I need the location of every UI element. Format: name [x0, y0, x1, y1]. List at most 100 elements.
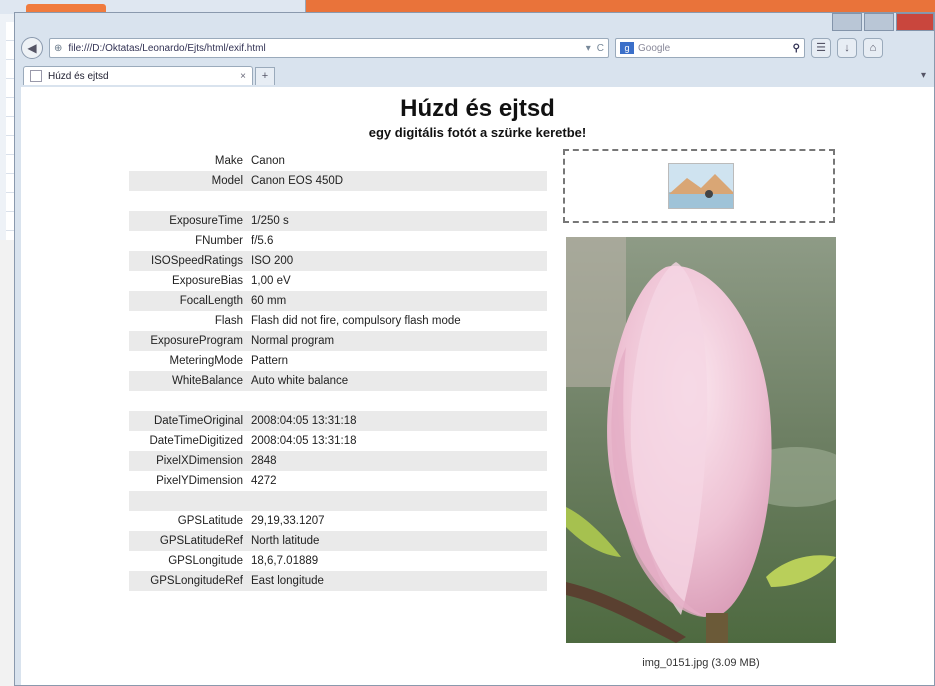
exif-value: 2008:04:05 13:31:18 [251, 435, 357, 447]
dropped-image-thumbnail [668, 163, 734, 209]
exif-row: DateTimeDigitized 2008:04:05 13:31:18 [129, 431, 547, 451]
exif-key: ExposureTime [169, 215, 243, 227]
globe-icon: ⊕ [54, 42, 63, 54]
exif-key: PixelXDimension [156, 455, 243, 467]
new-tab-button[interactable]: + [255, 67, 275, 85]
exif-row: GPSLatitude 29,19,33.1207 [129, 511, 547, 531]
exif-key: PixelYDimension [156, 475, 243, 487]
search-engine-icon[interactable]: g [620, 42, 634, 54]
close-button[interactable] [896, 13, 934, 31]
title-bar [15, 13, 934, 33]
exif-value: Flash did not fire, compulsory flash mod… [251, 315, 461, 327]
photo-preview [566, 237, 836, 643]
exif-key: ExposureBias [172, 275, 243, 287]
exif-row: ExposureTime 1/250 s [129, 211, 547, 231]
exif-row: Model Canon EOS 450D [129, 171, 547, 191]
exif-key: Make [214, 155, 243, 167]
refresh-icon[interactable]: C [597, 43, 604, 54]
exif-key: DateTimeOriginal [153, 415, 243, 427]
exif-value: 18,6,7.01889 [251, 555, 319, 567]
exif-row [129, 491, 547, 511]
search-input[interactable]: Google [638, 43, 793, 54]
exif-row: FocalLength 60 mm [129, 291, 547, 311]
exif-value: North latitude [251, 535, 320, 547]
exif-value: 29,19,33.1207 [251, 515, 325, 527]
exif-row: ExposureProgram Normal program [129, 331, 547, 351]
photo-caption: img_0151.jpg (3.09 MB) [642, 657, 760, 669]
url-text[interactable]: file:///D:/Oktatas/Leonardo/Ejts/html/ex… [68, 43, 579, 54]
exif-row: ISOSpeedRatings ISO 200 [129, 251, 547, 271]
exif-value: 60 mm [251, 295, 287, 307]
exif-row: Flash Flash did not fire, compulsory flas… [129, 311, 547, 331]
exif-key [129, 491, 251, 511]
exif-row: FNumber f/5.6 [129, 231, 547, 251]
exif-value: Auto white balance [251, 375, 349, 387]
search-bar[interactable]: g Google ⚲ [615, 38, 805, 58]
exif-value: f/5.6 [251, 235, 274, 247]
exif-row [129, 391, 547, 411]
exif-key: GPSLatitudeRef [159, 535, 243, 547]
exif-value: Normal program [251, 335, 335, 347]
exif-key: FNumber [195, 235, 243, 247]
exif-row: MeteringMode Pattern [129, 351, 547, 371]
page-title: Húzd és ejtsd [400, 95, 555, 122]
exif-key: ExposureProgram [150, 335, 243, 347]
minimize-button[interactable] [832, 13, 862, 31]
exif-key: Model [211, 175, 243, 187]
tab-bar: Húzd és ejtsd × + ▾ [15, 63, 934, 85]
exif-key: GPSLatitude [177, 515, 243, 527]
background-window-edge [0, 240, 14, 686]
exif-row: PixelYDimension 4272 [129, 471, 547, 491]
window-controls [830, 13, 934, 31]
exif-value [251, 391, 547, 411]
exif-value: Canon EOS 450D [251, 175, 344, 187]
exif-row: GPSLatitudeRef North latitude [129, 531, 547, 551]
exif-row: GPSLongitude 18,6,7.01889 [129, 551, 547, 571]
drop-zone[interactable] [563, 149, 835, 223]
tab-close-icon[interactable]: × [240, 71, 246, 82]
exif-value: 2848 [251, 455, 277, 467]
tab-list-icon[interactable]: ▾ [921, 70, 926, 81]
exif-key: WhiteBalance [172, 375, 243, 387]
exif-value: Canon [251, 155, 285, 167]
exif-value [251, 191, 547, 211]
exif-key: ISOSpeedRatings [150, 255, 243, 267]
page-content: Húzd és ejtsd egy digitális fotót a szür… [21, 87, 934, 685]
exif-value: ISO 200 [251, 255, 294, 267]
exif-row: PixelXDimension 2848 [129, 451, 547, 471]
back-icon[interactable]: ◀ [21, 37, 43, 59]
exif-value: 1/250 s [251, 215, 289, 227]
home-icon[interactable]: ⌂ [863, 38, 883, 58]
maximize-button[interactable] [864, 13, 894, 31]
exif-key: FocalLength [179, 295, 243, 307]
exif-key: GPSLongitude [168, 555, 243, 567]
exif-table: Make Canon Model Canon EOS 450D ExposureTime… [129, 151, 547, 591]
exif-key: Flash [214, 315, 243, 327]
exif-key: DateTimeDigitized [149, 435, 243, 447]
navigation-bar: ◀ ⊕ file:///D:/Oktatas/Leonardo/Ejts/htm… [15, 33, 934, 63]
dropdown-icon[interactable]: ▾ [586, 43, 591, 54]
exif-key: GPSLongitudeRef [150, 575, 243, 587]
exif-value: 1,00 eV [251, 275, 291, 287]
exif-value: 4272 [251, 475, 277, 487]
exif-row: DateTimeOriginal 2008:04:05 13:31:18 [129, 411, 547, 431]
browser-window: ◀ ⊕ file:///D:/Oktatas/Leonardo/Ejts/htm… [14, 12, 935, 686]
page-subtitle: egy digitális fotót a szürke keretbe! [368, 125, 587, 140]
download-icon[interactable]: ↓ [837, 38, 857, 58]
exif-row: Make Canon [129, 151, 547, 171]
favicon-icon [30, 70, 42, 82]
exif-row: WhiteBalance Auto white balance [129, 371, 547, 391]
exif-row [129, 191, 547, 211]
search-icon[interactable]: ⚲ [793, 43, 800, 54]
exif-value: Pattern [251, 355, 289, 367]
tab-title[interactable]: Húzd és ejtsd [48, 71, 240, 82]
address-bar[interactable]: ⊕ file:///D:/Oktatas/Leonardo/Ejts/html/… [49, 38, 609, 58]
exif-value [251, 491, 547, 511]
bookmarks-icon[interactable]: ☰ [811, 38, 831, 58]
exif-row: ExposureBias 1,00 eV [129, 271, 547, 291]
tab-active[interactable]: Húzd és ejtsd × [23, 66, 253, 85]
exif-key [129, 391, 251, 411]
exif-value: East longitude [251, 575, 324, 587]
exif-key [129, 191, 251, 211]
exif-row: GPSLongitudeRef East longitude [129, 571, 547, 591]
